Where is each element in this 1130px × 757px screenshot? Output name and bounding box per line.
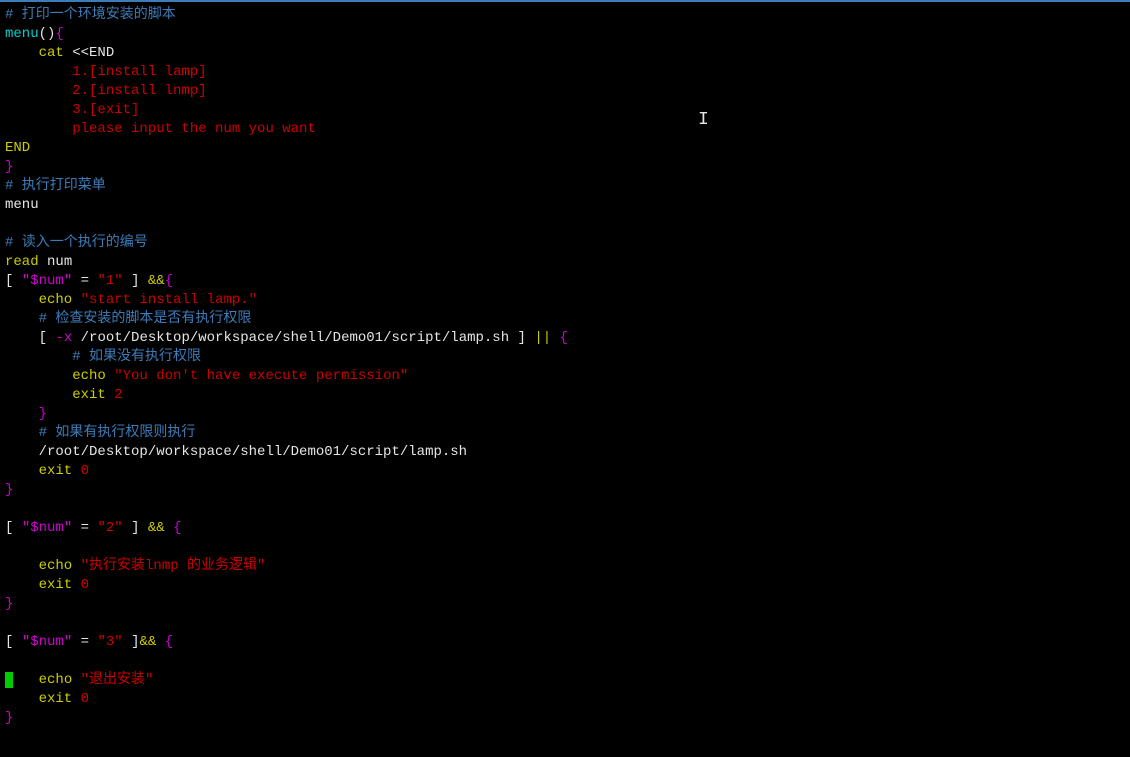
code-token: -x bbox=[55, 330, 72, 346]
code-token: ] bbox=[518, 330, 535, 346]
code-token: { bbox=[165, 273, 173, 289]
code-token: 2 bbox=[114, 387, 122, 403]
code-token: = bbox=[72, 634, 97, 650]
code-token: } bbox=[5, 596, 13, 612]
code-token: { bbox=[165, 634, 173, 650]
code-token: && bbox=[148, 273, 165, 289]
code-token: { bbox=[173, 520, 181, 536]
code-token: "2" bbox=[97, 520, 122, 536]
code-token: [ bbox=[5, 520, 22, 536]
code-token: "1" bbox=[97, 273, 122, 289]
code-token: "退出安装" bbox=[81, 672, 154, 688]
code-token: exit bbox=[5, 463, 81, 479]
code-token: = bbox=[72, 520, 97, 536]
code-line: /root/Desktop/workspace/shell/Demo01/scr… bbox=[5, 444, 467, 460]
code-token: "$num" bbox=[22, 634, 72, 650]
code-line: please input the num you want bbox=[5, 121, 316, 137]
code-token: num bbox=[39, 254, 73, 270]
code-token: () bbox=[39, 26, 56, 42]
code-line: 2.[install lnmp] bbox=[5, 83, 207, 99]
code-token: } bbox=[5, 159, 13, 175]
code-token: ] bbox=[123, 273, 148, 289]
code-line: # 执行打印菜单 bbox=[5, 178, 106, 194]
code-token: "执行安装lnmp 的业务逻辑" bbox=[81, 558, 266, 574]
code-token: } bbox=[5, 482, 13, 498]
code-token: "3" bbox=[97, 634, 122, 650]
code-token: { bbox=[560, 330, 568, 346]
code-token: exit bbox=[5, 577, 81, 593]
code-line: # 读入一个执行的编号 bbox=[5, 235, 148, 251]
code-token: /root/Desktop/workspace/shell/Demo01/scr… bbox=[72, 330, 517, 346]
code-token: "start install lamp." bbox=[81, 292, 257, 308]
code-token: exit bbox=[5, 691, 81, 707]
code-token: 0 bbox=[81, 463, 89, 479]
code-token: read bbox=[5, 254, 39, 270]
text-cursor-icon: I bbox=[698, 111, 699, 127]
code-token: } bbox=[5, 710, 13, 726]
code-token: [ bbox=[5, 330, 55, 346]
code-token: "You don't have execute permission" bbox=[114, 368, 408, 384]
code-line: 3.[exit] bbox=[5, 102, 139, 118]
code-token: } bbox=[5, 406, 47, 422]
code-token: exit bbox=[5, 387, 114, 403]
code-token: && bbox=[139, 634, 164, 650]
code-token: echo bbox=[5, 368, 114, 384]
code-token: ] bbox=[123, 634, 140, 650]
code-line: menu bbox=[5, 197, 39, 213]
code-token: <<END bbox=[72, 45, 114, 61]
code-token: echo bbox=[13, 672, 80, 688]
code-token: cat bbox=[5, 45, 72, 61]
code-token: = bbox=[72, 273, 97, 289]
code-editor[interactable]: # 打印一个环境安装的脚本 menu(){ cat <<END 1.[insta… bbox=[5, 6, 1130, 728]
code-token: "$num" bbox=[22, 520, 72, 536]
code-line: # 如果没有执行权限 bbox=[5, 349, 201, 365]
code-token: [ bbox=[5, 634, 22, 650]
code-token: || bbox=[534, 330, 559, 346]
code-token: 0 bbox=[81, 577, 89, 593]
code-line: END bbox=[5, 140, 30, 156]
code-token: echo bbox=[5, 558, 81, 574]
code-token: { bbox=[55, 26, 63, 42]
code-line: # 检查安装的脚本是否有执行权限 bbox=[5, 311, 251, 327]
code-line: 1.[install lamp] bbox=[5, 64, 207, 80]
code-token: && bbox=[148, 520, 173, 536]
code-line: # 如果有执行权限则执行 bbox=[5, 425, 195, 441]
code-token: echo bbox=[5, 292, 81, 308]
code-token: "$num" bbox=[22, 273, 72, 289]
code-line: # 打印一个环境安装的脚本 bbox=[5, 7, 176, 23]
code-token: 0 bbox=[81, 691, 89, 707]
code-token: [ bbox=[5, 273, 22, 289]
code-token: menu bbox=[5, 26, 39, 42]
code-token: ] bbox=[123, 520, 148, 536]
